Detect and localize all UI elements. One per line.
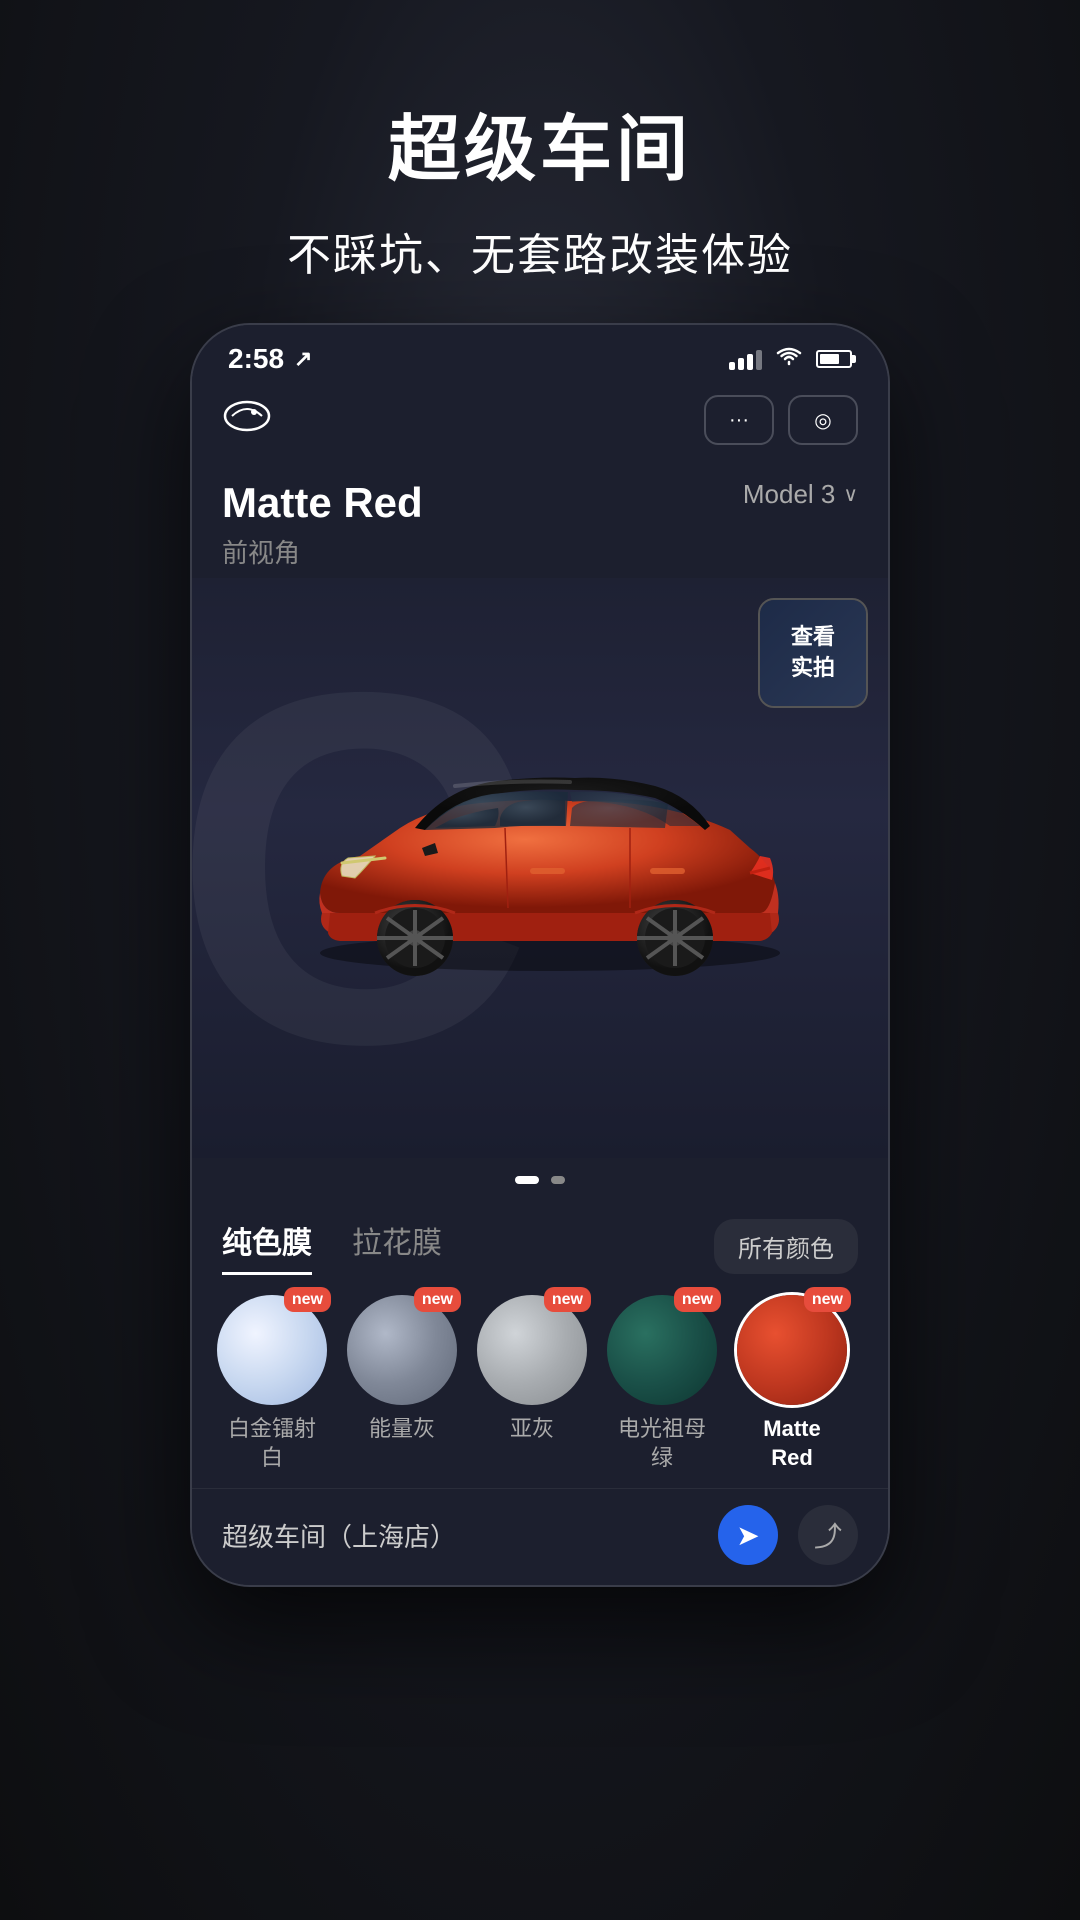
- swatch-energy-gray[interactable]: new 能量灰: [342, 1295, 462, 1472]
- tab-pattern-film[interactable]: 拉花膜: [352, 1218, 442, 1275]
- swatch-ash-gray[interactable]: new 亚灰: [472, 1295, 592, 1472]
- dot-2: [551, 1176, 565, 1184]
- car-color-name: Matte Red: [222, 479, 423, 527]
- bottom-bar: 超级车间（上海店） ➤ ⤴: [192, 1488, 888, 1585]
- car-display: 查看 实拍: [192, 578, 888, 1158]
- film-tab-group: 纯色膜 拉花膜: [222, 1218, 442, 1275]
- battery-icon: [816, 350, 852, 368]
- status-time: 2:58 ↗: [228, 343, 312, 375]
- app-logo: [222, 398, 272, 443]
- new-badge: new: [544, 1287, 591, 1312]
- film-tabs: 纯色膜 拉花膜 所有颜色: [192, 1202, 888, 1275]
- all-colors-button[interactable]: 所有颜色: [714, 1219, 858, 1274]
- swatch-platinum-white[interactable]: new 白金镭射 白: [212, 1295, 332, 1472]
- swatch-matte-red[interactable]: new Matte Red: [732, 1295, 852, 1472]
- model-selector[interactable]: Model 3 ∨: [743, 479, 858, 510]
- swatch-label: Matte Red: [763, 1415, 820, 1472]
- phone-mockup: 2:58 ↗: [190, 323, 890, 1587]
- bottom-icons: ➤ ⤴: [718, 1505, 858, 1565]
- signal-bars-icon: [729, 348, 762, 370]
- record-button[interactable]: ◎: [788, 395, 858, 445]
- new-badge: new: [284, 1287, 331, 1312]
- status-bar: 2:58 ↗: [192, 325, 888, 385]
- car-angle: 前视角: [222, 533, 423, 570]
- new-badge: new: [414, 1287, 461, 1312]
- page-dots: [192, 1158, 888, 1202]
- location-arrow-icon: ↗: [294, 346, 312, 372]
- dot-1: [515, 1176, 539, 1184]
- navigation-button[interactable]: ➤: [718, 1505, 778, 1565]
- swatch-label: 电光祖母 绿: [618, 1415, 706, 1472]
- tab-solid-film[interactable]: 纯色膜: [222, 1218, 312, 1275]
- wifi-icon: [776, 346, 802, 372]
- color-swatches: new 白金镭射 白 new 能量灰 new 亚灰 new: [192, 1275, 888, 1488]
- chevron-down-icon: ∨: [843, 482, 858, 507]
- store-name: 超级车间（上海店）: [222, 1517, 456, 1554]
- car-info-row: Matte Red 前视角 Model 3 ∨: [192, 455, 888, 578]
- navigation-icon: ➤: [736, 1519, 759, 1552]
- status-right: [729, 346, 852, 372]
- page-subtitle: 不踩坑、无套路改装体验: [287, 219, 793, 283]
- swatch-label: 白金镭射 白: [228, 1415, 316, 1472]
- swatch-label: 能量灰: [369, 1415, 435, 1444]
- swatch-electric-teal[interactable]: new 电光祖母 绿: [602, 1295, 722, 1472]
- page-title: 超级车间: [287, 90, 793, 195]
- real-shot-thumbnail[interactable]: 查看 实拍: [758, 598, 868, 708]
- top-nav: ··· ◎: [192, 385, 888, 455]
- share-icon: ⤴: [814, 1515, 842, 1555]
- nav-buttons: ··· ◎: [704, 395, 858, 445]
- swatch-label: 亚灰: [510, 1415, 554, 1444]
- car-image: [260, 708, 820, 1028]
- new-badge: new: [674, 1287, 721, 1312]
- more-button[interactable]: ···: [704, 395, 774, 445]
- share-button[interactable]: ⤴: [798, 1505, 858, 1565]
- new-badge: new: [804, 1287, 851, 1312]
